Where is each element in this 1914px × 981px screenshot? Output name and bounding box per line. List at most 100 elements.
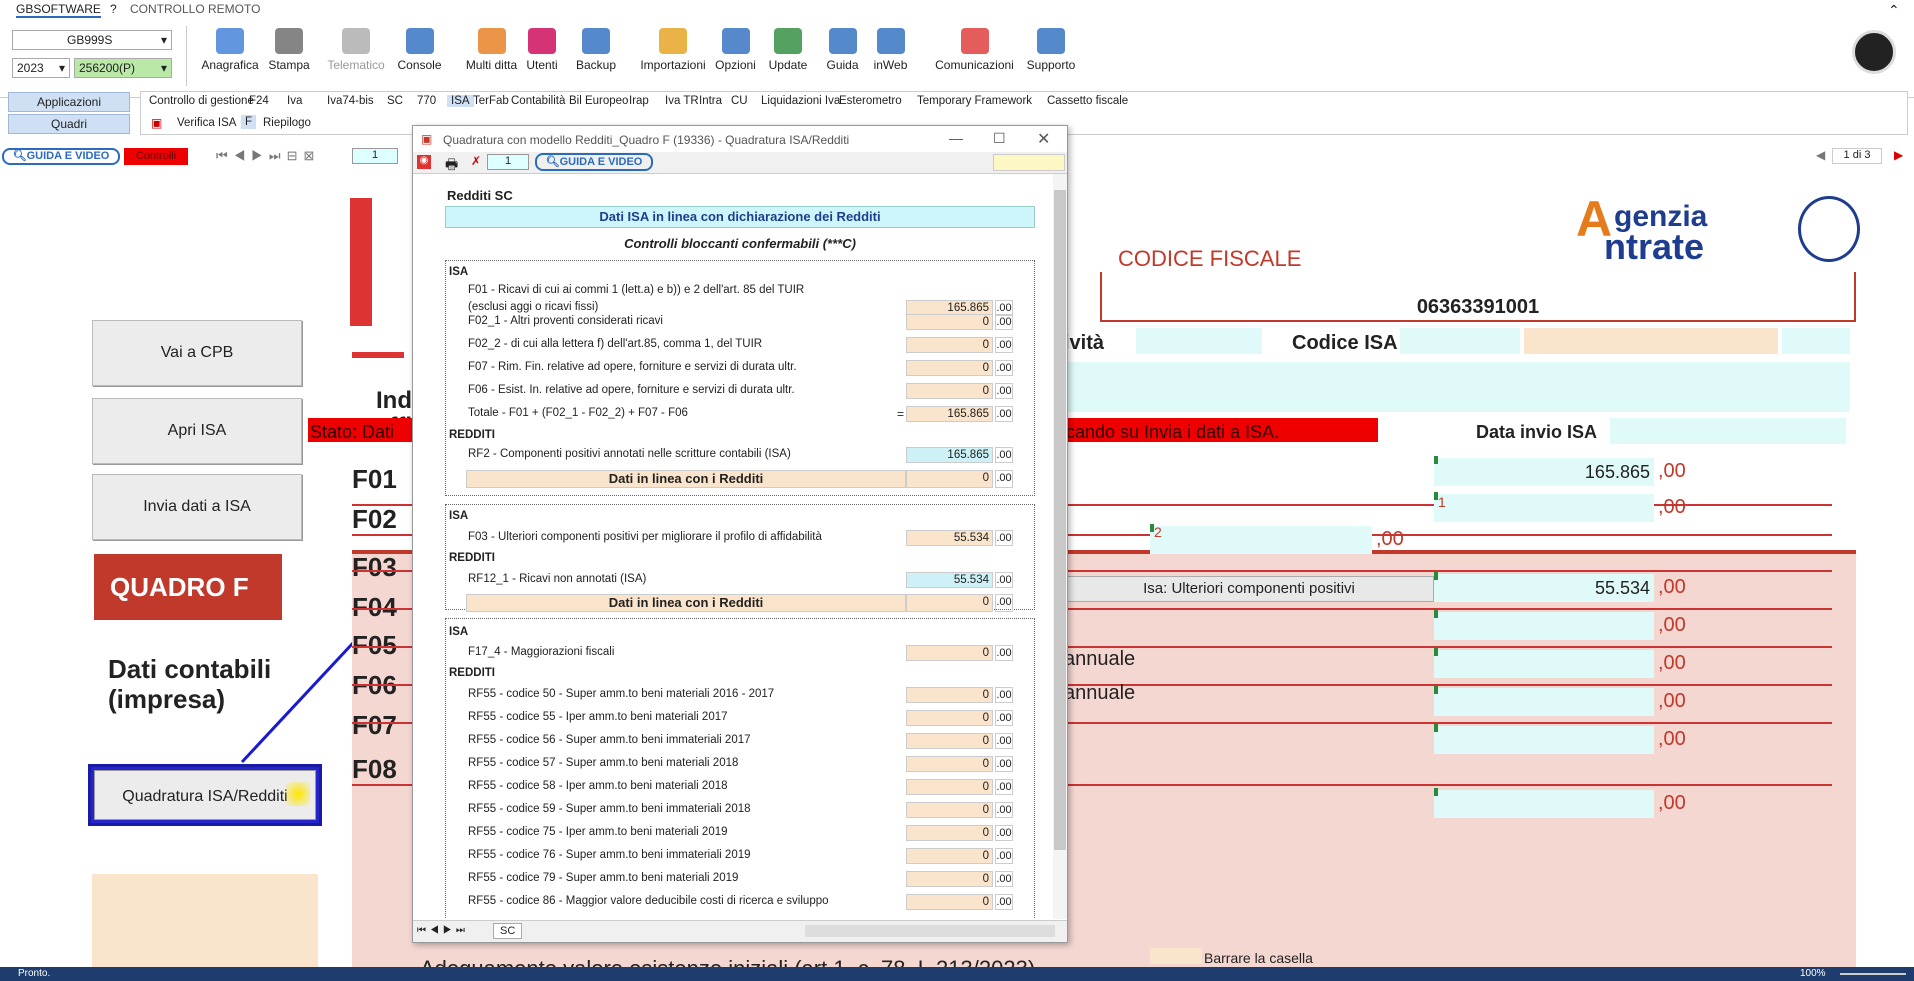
toolbar-utenti-button[interactable]: Utenti xyxy=(516,28,568,72)
nav-item-iva-tr[interactable]: Iva TR xyxy=(665,95,699,107)
subnav-f[interactable]: F xyxy=(241,115,257,129)
tab-applicazioni[interactable]: Applicazioni xyxy=(8,92,130,112)
menu-controllo-remoto[interactable]: CONTROLLO REMOTO xyxy=(130,2,260,16)
nav-item-temporary-framework[interactable]: Temporary Framework xyxy=(917,95,1032,107)
controlli-button[interactable]: Controlli xyxy=(124,148,188,165)
nav-item-f24[interactable]: F24 xyxy=(249,95,269,107)
zoom-slider[interactable] xyxy=(1840,973,1906,975)
toolbar-anagrafica-button[interactable]: Anagrafica xyxy=(190,28,270,72)
company-select[interactable]: GB999S ▾ xyxy=(12,30,172,50)
close-icon[interactable]: ✕ xyxy=(1037,129,1050,149)
value-field[interactable]: 0 xyxy=(906,871,993,887)
value-field[interactable]: 0 xyxy=(906,314,993,330)
prev-page-icon[interactable]: ◀ xyxy=(1816,148,1825,162)
sheet-nav-icons[interactable]: ⏮◀▶⏭ xyxy=(417,925,469,936)
data-invio-field[interactable] xyxy=(1610,418,1846,444)
horizontal-scrollbar[interactable] xyxy=(805,925,1055,937)
maximize-icon[interactable]: ☐ xyxy=(993,130,1006,147)
nav-item-770[interactable]: 770 xyxy=(417,95,436,107)
year-select[interactable]: 2023 ▾ xyxy=(12,58,70,78)
page-input[interactable]: 1 xyxy=(352,148,398,164)
record-nav-icons[interactable]: ⏮◀▶⏭⊟⊠ xyxy=(216,148,320,164)
value-field[interactable]: 0 xyxy=(906,756,993,772)
dialog-page-input[interactable]: 1 xyxy=(487,154,529,170)
barrare-box[interactable] xyxy=(1150,948,1202,964)
toolbar-backup-button[interactable]: Backup xyxy=(570,28,622,72)
attivita-field[interactable] xyxy=(1136,328,1262,354)
toolbar-supporto-button[interactable]: Supporto xyxy=(1018,28,1084,72)
value-field[interactable]: 0 xyxy=(906,360,993,376)
pdf-icon[interactable]: ▣ xyxy=(151,116,162,130)
subnav-verifica-isa[interactable]: Verifica ISA xyxy=(177,117,236,129)
value-field[interactable]: 0 xyxy=(906,825,993,841)
tab-quadri[interactable]: Quadri xyxy=(8,114,130,134)
f01-value[interactable]: 165.865 xyxy=(1434,458,1654,486)
vai-a-cpb-button[interactable]: Vai a CPB xyxy=(92,320,302,386)
f02-value2[interactable] xyxy=(1150,526,1372,554)
code-select[interactable]: 256200(P) ▾ xyxy=(74,58,172,78)
toolbar-opzioni-button[interactable]: Opzioni xyxy=(706,28,765,72)
nav-item-esterometro[interactable]: Esterometro xyxy=(839,95,902,107)
toolbar-update-button[interactable]: Update xyxy=(762,28,814,72)
f06-value[interactable] xyxy=(1434,688,1654,716)
dialog-yellow-field[interactable] xyxy=(993,154,1065,171)
codice-isa-field[interactable] xyxy=(1400,328,1520,354)
value-field[interactable]: 0 xyxy=(906,802,993,818)
codice-isa-extra[interactable] xyxy=(1782,328,1850,354)
value-field[interactable]: 55.534 xyxy=(906,530,993,546)
toolbar-comunicazioni-button[interactable]: Comunicazioni xyxy=(924,28,1025,72)
value-field[interactable]: 55.534 xyxy=(906,572,993,588)
nav-item-controllo-di-gestione[interactable]: Controllo di gestione xyxy=(149,95,254,107)
toolbar-guida-button[interactable]: Guida xyxy=(820,28,865,72)
nav-item-intra[interactable]: Intra xyxy=(699,95,722,107)
value-field[interactable]: 0 xyxy=(906,848,993,864)
value-field[interactable]: 0 xyxy=(906,733,993,749)
toolbar-telematico-button[interactable]: Telematico xyxy=(316,28,396,72)
dialog-scroll-thumb[interactable] xyxy=(1054,190,1066,850)
descrizione-field[interactable] xyxy=(1064,362,1850,412)
dialog-guida-button[interactable]: 🔍︎GUIDA E VIDEO xyxy=(535,153,653,171)
nav-item-sc[interactable]: SC xyxy=(387,95,403,107)
isa-ulteriori-button[interactable]: Isa: Ulteriori componenti positivi xyxy=(1064,576,1434,602)
value-field[interactable]: 0 xyxy=(906,779,993,795)
toolbar-console-button[interactable]: Console xyxy=(390,28,449,72)
sheet-tab-sc[interactable]: SC xyxy=(493,923,523,939)
value-field[interactable]: 0 xyxy=(906,337,993,353)
nav-item-liquidazioni-iva[interactable]: Liquidazioni Iva xyxy=(761,95,840,107)
menu-help[interactable]: ? xyxy=(110,2,117,16)
value-field[interactable]: 0 xyxy=(906,645,993,661)
value-field[interactable]: 165.865 xyxy=(906,406,993,422)
value-field[interactable]: 0 xyxy=(906,383,993,399)
nav-item-irap[interactable]: Irap xyxy=(629,95,649,107)
toolbar-stampa-button[interactable]: Stampa xyxy=(263,28,315,72)
value-field[interactable]: 165.865 xyxy=(906,447,993,463)
menu-gbsoftware[interactable]: GBSOFTWARE xyxy=(16,2,101,18)
nav-item-iva74-bis[interactable]: Iva74-bis xyxy=(327,95,374,107)
guida-video-button[interactable]: 🔍︎GUIDA E VIDEO xyxy=(2,148,120,165)
f07-value[interactable] xyxy=(1434,726,1654,754)
chevron-up-icon[interactable]: ⌃ xyxy=(1888,2,1900,19)
quadratura-button[interactable]: Quadratura ISA/Redditi xyxy=(94,770,316,820)
dialog-scrollbar[interactable] xyxy=(1053,174,1067,919)
value-field[interactable]: 0 xyxy=(906,687,993,703)
next-page-icon[interactable]: ▶ xyxy=(1894,148,1903,162)
minimize-icon[interactable]: — xyxy=(949,130,963,146)
nav-item-iva[interactable]: Iva xyxy=(287,95,302,107)
f02-value1[interactable] xyxy=(1434,494,1654,522)
nav-item-isa[interactable]: ISA xyxy=(447,95,474,107)
nav-item-bil-europeo[interactable]: Bil Europeo xyxy=(569,95,628,107)
value-field[interactable]: 0 xyxy=(906,894,993,910)
stop-icon[interactable]: ◉ xyxy=(417,155,431,169)
value-field[interactable]: 0 xyxy=(906,710,993,726)
f03-value[interactable]: 55.534 xyxy=(1434,574,1654,602)
nav-item-cassetto-fiscale[interactable]: Cassetto fiscale xyxy=(1047,95,1128,107)
nav-item-terfab[interactable]: TerFab xyxy=(473,95,509,107)
invia-dati-isa-button[interactable]: Invia dati a ISA xyxy=(92,474,302,540)
nav-item-cu[interactable]: CU xyxy=(731,95,748,107)
delete-icon[interactable]: ✗ xyxy=(471,154,481,168)
f08-value[interactable] xyxy=(1434,790,1654,818)
user-avatar-icon[interactable] xyxy=(1852,30,1896,74)
toolbar-inweb-button[interactable]: inWeb xyxy=(868,28,913,72)
f05-value[interactable] xyxy=(1434,650,1654,678)
apri-isa-button[interactable]: Apri ISA xyxy=(92,398,302,464)
